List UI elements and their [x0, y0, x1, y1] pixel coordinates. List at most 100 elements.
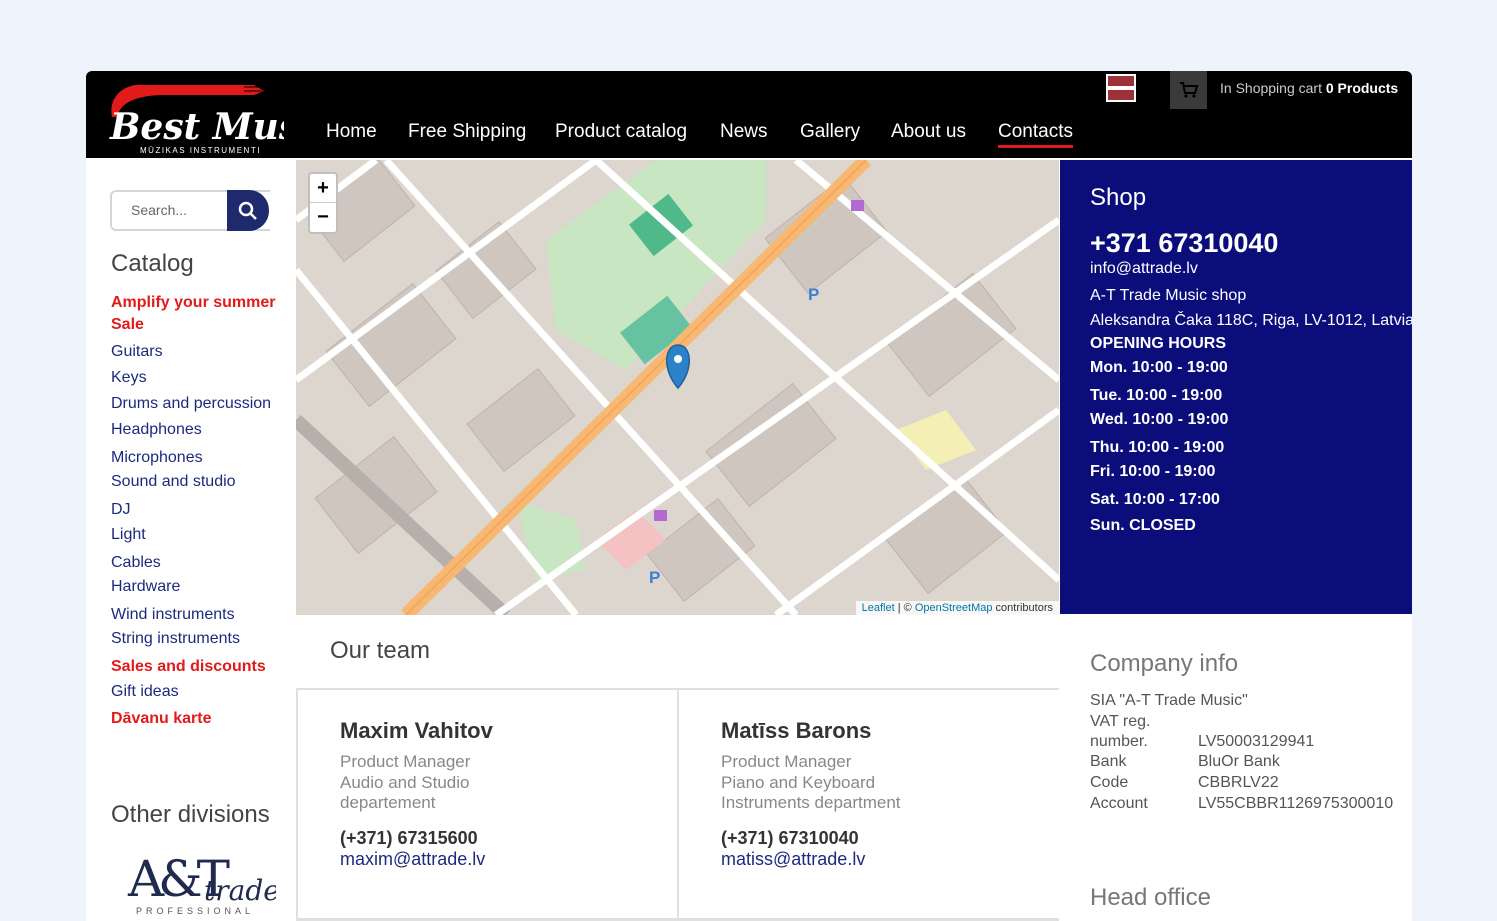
- hours-thursday: Thu. 10:00 - 19:00: [1090, 439, 1225, 456]
- nav-product-catalog[interactable]: Product catalog: [555, 121, 687, 143]
- hours-saturday: Sat. 10:00 - 17:00: [1090, 491, 1220, 508]
- catalog-item-hardware[interactable]: Hardware: [111, 576, 180, 598]
- nav-about-us[interactable]: About us: [891, 121, 966, 143]
- zoom-out-button[interactable]: −: [310, 203, 336, 232]
- header: Best Music MŪZIKAS INSTRUMENTI Home Free…: [86, 71, 1412, 158]
- shop-email[interactable]: info@attrade.lv: [1090, 260, 1198, 278]
- shop-poi-icon: [654, 510, 667, 521]
- cart-label: In Shopping cart: [1220, 80, 1322, 96]
- shop-title: Shop: [1090, 184, 1147, 211]
- logo-subtext: MŪZIKAS INSTRUMENTI: [140, 146, 261, 155]
- hours-monday: Mon. 10:00 - 19:00: [1090, 359, 1228, 376]
- company-info-title: Company info: [1090, 650, 1239, 677]
- cart-icon[interactable]: [1170, 71, 1207, 109]
- website-frame: Best Music MŪZIKAS INSTRUMENTI Home Free…: [86, 71, 1412, 921]
- member-role-line: Piano and Keyboard: [721, 773, 876, 792]
- team-title: Our team: [330, 637, 431, 664]
- member-email[interactable]: matiss@attrade.lv: [721, 849, 865, 870]
- team-member-card: Maxim Vahitov Product Manager Audio and …: [296, 690, 677, 921]
- catalog-item-wind[interactable]: Wind instruments: [111, 604, 235, 626]
- company-name: SIA "A-T Trade Music": [1090, 692, 1248, 709]
- hours-wednesday: Wed. 10:00 - 19:00: [1090, 411, 1229, 428]
- vat-label: number.: [1090, 733, 1148, 750]
- member-name: Matīss Barons: [721, 718, 872, 743]
- shop-poi-icon: [851, 200, 864, 211]
- member-role-line: Product Manager: [340, 752, 471, 771]
- catalog-item-keys[interactable]: Keys: [111, 367, 147, 389]
- catalog-item-guitars[interactable]: Guitars: [111, 341, 163, 363]
- catalog-item-sales-discounts[interactable]: Sales and discounts: [111, 656, 266, 678]
- catalog-title: Catalog: [111, 250, 194, 277]
- vat-value: LV50003129941: [1198, 733, 1315, 750]
- code-value: CBBRLV22: [1198, 774, 1279, 791]
- division-logo-sub: PROFESSIONAL: [136, 906, 254, 916]
- zoom-in-button[interactable]: +: [310, 174, 336, 203]
- hours-sunday: Sun. CLOSED: [1090, 517, 1196, 534]
- nav-news[interactable]: News: [720, 121, 768, 143]
- catalog-item-headphones[interactable]: Headphones: [111, 419, 202, 441]
- member-phone[interactable]: (+371) 67315600: [340, 828, 478, 849]
- logo-wordmark: Best Music: [109, 106, 284, 148]
- company-info-section: Company info SIA "A-T Trade Music" VAT r…: [1060, 614, 1412, 921]
- nav-contacts[interactable]: Contacts: [998, 121, 1073, 148]
- osm-link[interactable]: OpenStreetMap: [915, 602, 993, 614]
- attribution-suffix: contributors: [992, 602, 1053, 614]
- catalog-item-light[interactable]: Light: [111, 524, 146, 546]
- catalog-item-microphones[interactable]: Microphones: [111, 447, 203, 469]
- member-name: Maxim Vahitov: [340, 718, 493, 743]
- head-office-title: Head office: [1090, 884, 1211, 911]
- catalog-item-amplify[interactable]: Amplify your summer: [111, 292, 275, 314]
- search-placeholder: Search...: [131, 202, 188, 218]
- cart-count: 0 Products: [1325, 80, 1399, 96]
- catalog-item-cables[interactable]: Cables: [111, 552, 161, 574]
- account-value: LV55CBBR1126975300010: [1198, 795, 1394, 812]
- other-divisions-title: Other divisions: [111, 801, 270, 828]
- member-role-line: departement: [340, 793, 436, 812]
- shop-address: Aleksandra Čaka 118C, Riga, LV-1012, Lat…: [1090, 312, 1412, 329]
- member-phone[interactable]: (+371) 67310040: [721, 828, 859, 849]
- team-member-card: Matīss Barons Product Manager Piano and …: [677, 690, 1058, 921]
- catalog-item-davanu-karte[interactable]: Dāvanu karte: [111, 708, 212, 730]
- catalog-item-string[interactable]: String instruments: [111, 628, 240, 650]
- bank-value: BluOr Bank: [1198, 753, 1280, 770]
- nav-home[interactable]: Home: [326, 121, 377, 143]
- map-tiles[interactable]: P P: [296, 160, 1059, 615]
- search-button[interactable]: [227, 190, 269, 231]
- shop-panel: Shop +371 67310040 info@attrade.lv A-T T…: [1060, 160, 1412, 614]
- hours-friday: Fri. 10:00 - 19:00: [1090, 463, 1216, 480]
- zoom-control: + −: [308, 172, 338, 234]
- member-email[interactable]: maxim@attrade.lv: [340, 849, 485, 870]
- map-attribution: Leaflet | © OpenStreetMap contributors: [855, 601, 1059, 615]
- account-label: Account: [1090, 795, 1148, 812]
- parking-icon: P: [808, 285, 819, 304]
- parking-icon: P: [649, 568, 660, 587]
- bank-label: Bank: [1090, 753, 1127, 770]
- location-map[interactable]: P P + − Leaflet | © OpenStreetMap contri…: [296, 160, 1059, 615]
- latvia-flag-icon[interactable]: [1106, 74, 1136, 102]
- nav-free-shipping[interactable]: Free Shipping: [408, 121, 526, 143]
- sidebar: Search... Catalog Amplify your summer Sa…: [86, 158, 294, 921]
- member-role-line: Audio and Studio: [340, 773, 470, 792]
- catalog-item-dj[interactable]: DJ: [111, 499, 131, 521]
- member-role-line: Product Manager: [721, 752, 852, 771]
- cart-summary[interactable]: In Shopping cart 0 Products: [1220, 80, 1398, 96]
- nav-gallery[interactable]: Gallery: [800, 121, 860, 143]
- best-music-logo[interactable]: Best Music MŪZIKAS INSTRUMENTI: [104, 77, 335, 155]
- opening-hours-title: OPENING HOURS: [1090, 335, 1227, 352]
- catalog-item-gift-ideas[interactable]: Gift ideas: [111, 681, 179, 703]
- attribution-separator: | ©: [894, 602, 915, 614]
- search-icon: [238, 201, 257, 220]
- vat-label: VAT reg.: [1090, 713, 1151, 730]
- code-label: Code: [1090, 774, 1129, 791]
- at-trade-logo[interactable]: A&T trade PROFESSIONAL: [126, 848, 280, 918]
- catalog-item-drums[interactable]: Drums and percussion: [111, 393, 271, 415]
- shop-name: A-T Trade Music shop: [1090, 287, 1247, 304]
- catalog-item-sale[interactable]: Sale: [111, 314, 144, 336]
- division-logo-trade: trade: [204, 874, 276, 907]
- hours-tuesday: Tue. 10:00 - 19:00: [1090, 387, 1223, 404]
- shop-phone[interactable]: +371 67310040: [1090, 228, 1278, 259]
- leaflet-link[interactable]: Leaflet: [862, 602, 895, 614]
- member-role-line: Instruments department: [721, 793, 901, 812]
- catalog-item-sound-studio[interactable]: Sound and studio: [111, 471, 236, 493]
- team-section: Our team Maxim Vahitov Product Manager A…: [296, 615, 1059, 921]
